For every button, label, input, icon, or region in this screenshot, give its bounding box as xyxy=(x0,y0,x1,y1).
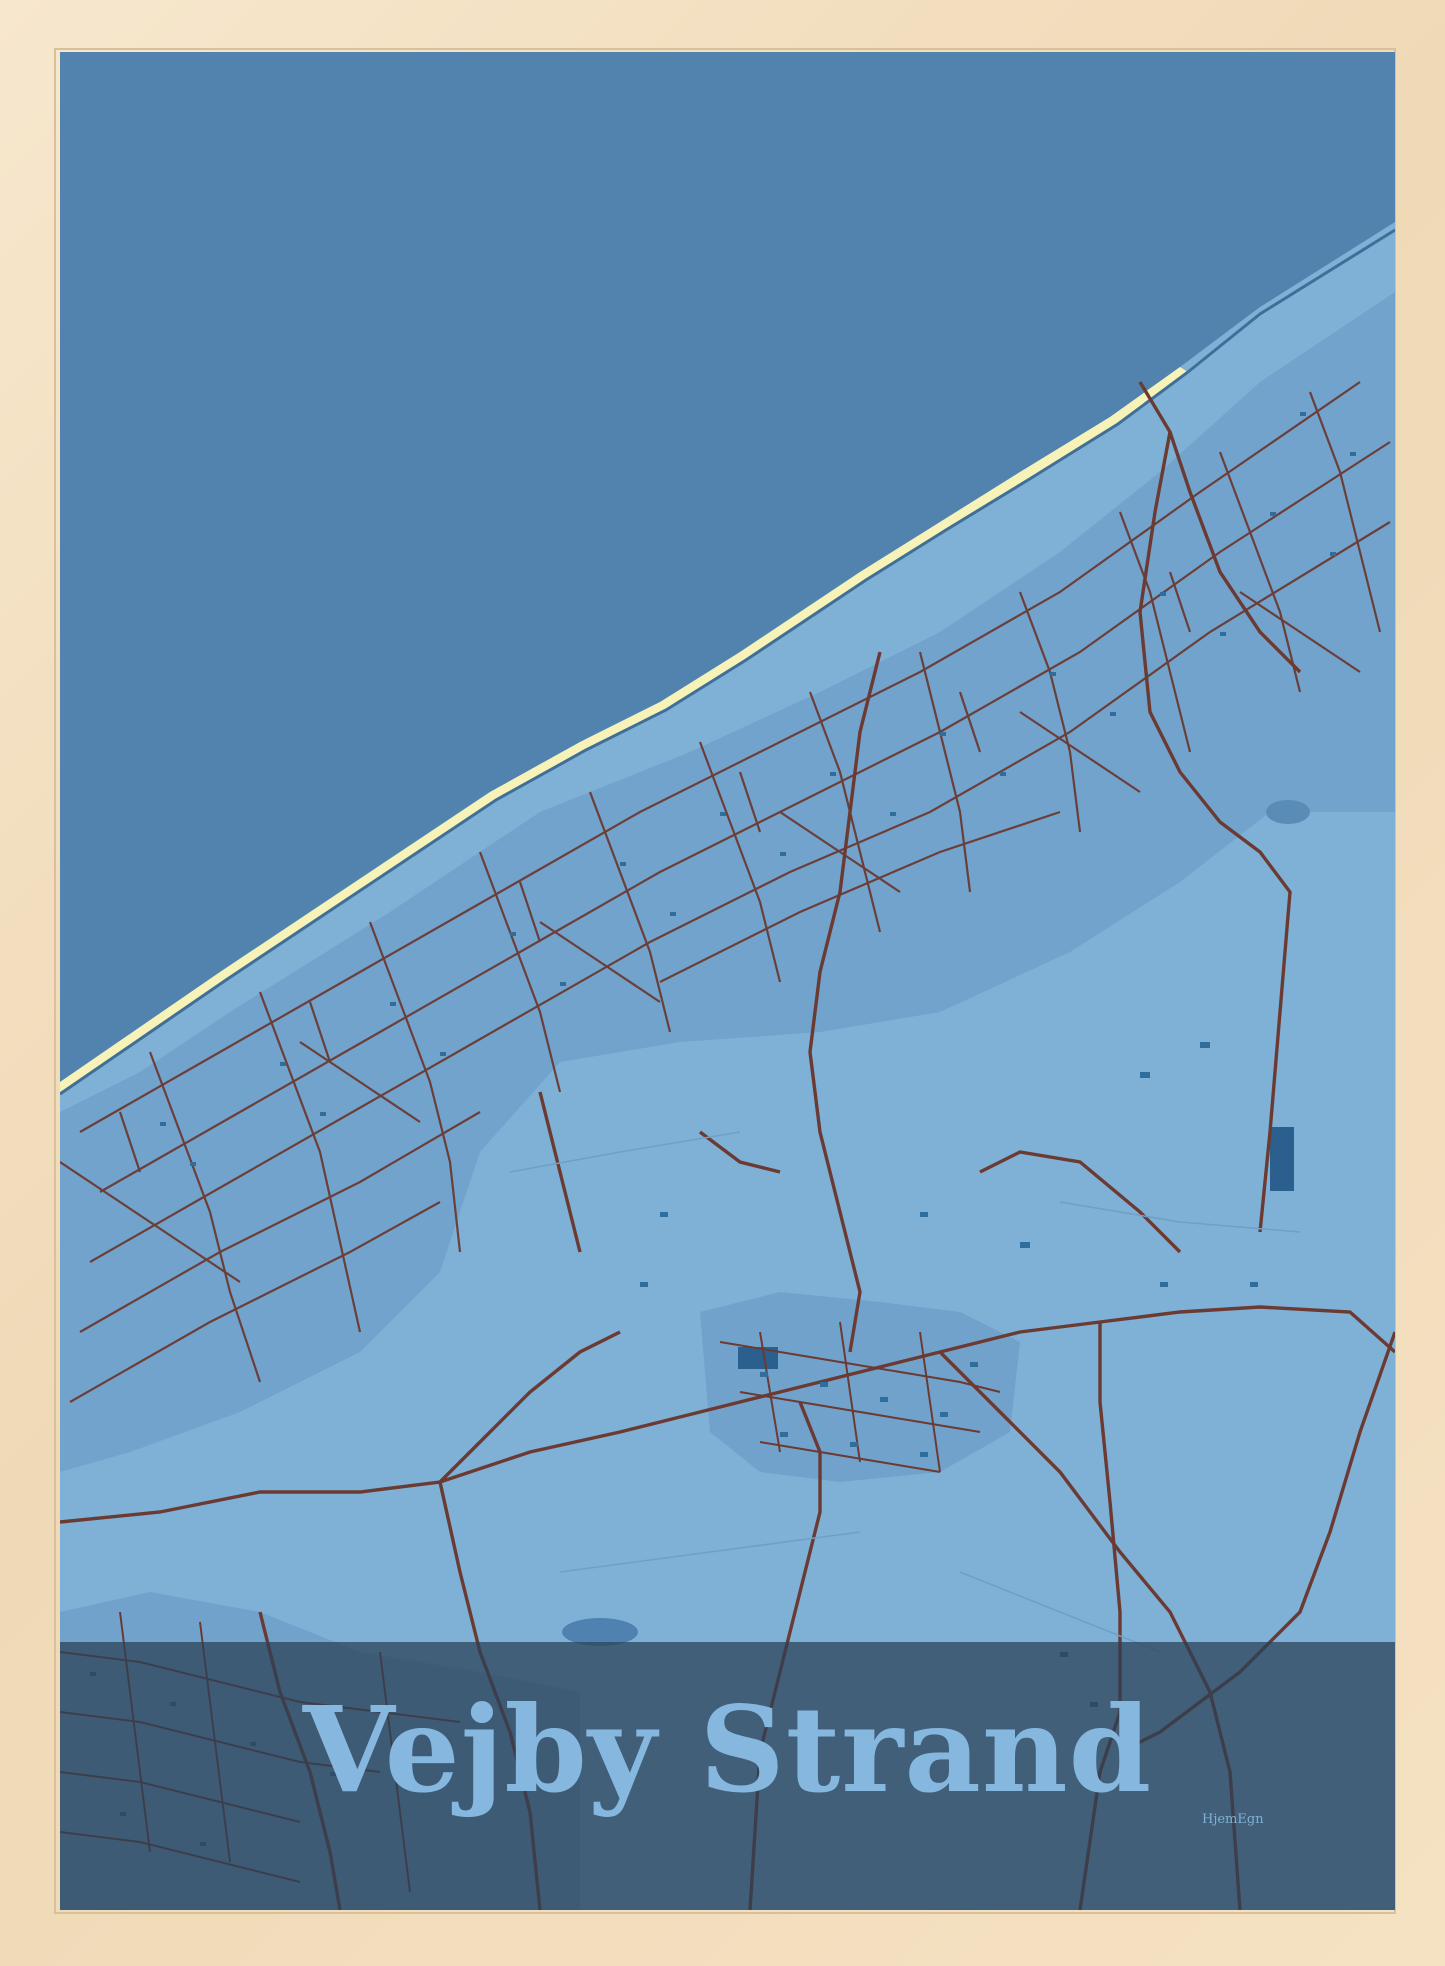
brand-logo: HjemEgn xyxy=(1202,1812,1264,1827)
pond xyxy=(1266,800,1310,824)
poster-frame: Vejby Strand HjemEgn xyxy=(0,0,1445,1966)
village-area xyxy=(700,1292,1020,1482)
map-canvas xyxy=(60,52,1395,1910)
map-poster: Vejby Strand HjemEgn xyxy=(60,52,1395,1910)
reservoir xyxy=(1270,1127,1294,1191)
poster-title: Vejby Strand xyxy=(302,1680,1153,1819)
